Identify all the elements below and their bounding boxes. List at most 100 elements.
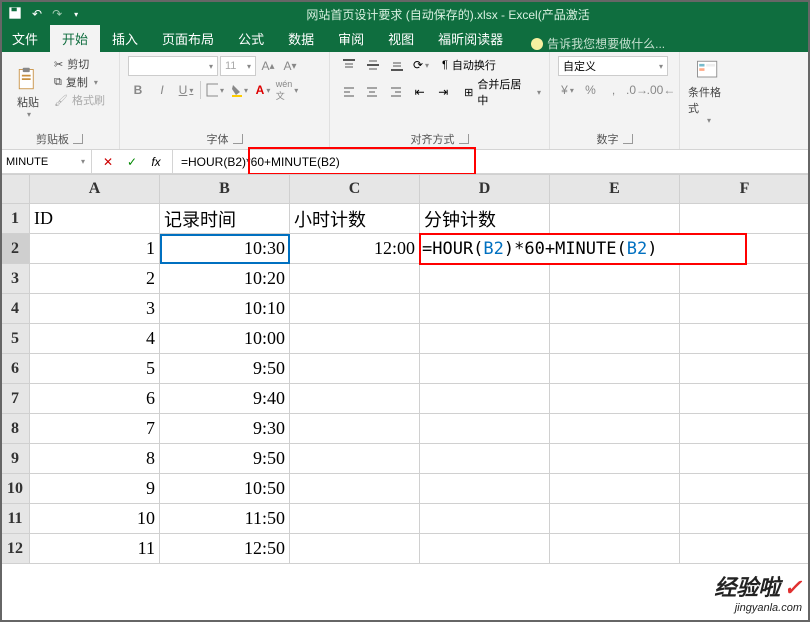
cell[interactable] bbox=[680, 414, 810, 444]
cell[interactable] bbox=[290, 474, 420, 504]
col-header[interactable]: C bbox=[290, 175, 420, 204]
cell[interactable]: 9:50 bbox=[160, 354, 290, 384]
cell[interactable] bbox=[550, 384, 680, 414]
decrease-indent-icon[interactable]: ⇤ bbox=[409, 83, 431, 101]
cell[interactable] bbox=[420, 444, 550, 474]
cell[interactable]: 10:10 bbox=[160, 294, 290, 324]
cell[interactable] bbox=[680, 444, 810, 474]
enter-formula-icon[interactable]: ✓ bbox=[124, 154, 140, 170]
comma-format-icon[interactable]: , bbox=[604, 80, 623, 100]
font-name-combo[interactable]: ▾ bbox=[128, 56, 218, 76]
cell[interactable]: 11:50 bbox=[160, 504, 290, 534]
cell[interactable] bbox=[680, 504, 810, 534]
redo-icon[interactable]: ↷ bbox=[52, 7, 62, 21]
cell[interactable] bbox=[290, 324, 420, 354]
increase-decimal-icon[interactable]: .0→ bbox=[627, 80, 647, 100]
accounting-format-icon[interactable]: ¥▾ bbox=[558, 80, 577, 100]
cell[interactable] bbox=[550, 414, 680, 444]
dialog-launcher-icon[interactable] bbox=[233, 134, 243, 144]
border-button[interactable]: ▾ bbox=[205, 80, 225, 100]
fill-color-button[interactable]: ▾ bbox=[229, 80, 249, 100]
align-top-icon[interactable] bbox=[338, 56, 360, 74]
cell[interactable]: 11 bbox=[30, 534, 160, 564]
align-right-icon[interactable] bbox=[385, 83, 407, 101]
cell[interactable]: 10:50 bbox=[160, 474, 290, 504]
wrap-text-button[interactable]: ¶自动换行 bbox=[442, 57, 496, 73]
row-header[interactable]: 9 bbox=[1, 444, 30, 474]
header-cell[interactable] bbox=[680, 204, 810, 234]
cell[interactable]: 12:00 bbox=[290, 234, 420, 264]
col-header[interactable]: D bbox=[420, 175, 550, 204]
paste-button[interactable]: 粘贴 ▾ bbox=[8, 56, 48, 129]
cell[interactable] bbox=[680, 534, 810, 564]
row-header[interactable]: 8 bbox=[1, 414, 30, 444]
conditional-format-button[interactable]: 条件格式 ▾ bbox=[688, 56, 728, 125]
row-header[interactable]: 4 bbox=[1, 294, 30, 324]
cell[interactable] bbox=[680, 294, 810, 324]
row-header[interactable]: 10 bbox=[1, 474, 30, 504]
cell[interactable] bbox=[290, 294, 420, 324]
copy-button[interactable]: ⧉复制▾ bbox=[54, 74, 105, 90]
row-header[interactable]: 5 bbox=[1, 324, 30, 354]
cell[interactable] bbox=[420, 504, 550, 534]
italic-button[interactable]: I bbox=[152, 80, 172, 100]
cell[interactable] bbox=[550, 324, 680, 354]
undo-icon[interactable]: ↶ bbox=[32, 7, 42, 21]
number-format-combo[interactable]: 自定义▾ bbox=[558, 56, 668, 76]
cell[interactable]: 9:30 bbox=[160, 414, 290, 444]
cut-button[interactable]: ✂剪切 bbox=[54, 56, 105, 72]
tab-file[interactable]: 文件 bbox=[0, 25, 50, 52]
align-bottom-icon[interactable] bbox=[386, 56, 408, 74]
cell[interactable] bbox=[290, 354, 420, 384]
cell[interactable]: 8 bbox=[30, 444, 160, 474]
cell[interactable] bbox=[420, 534, 550, 564]
cell[interactable] bbox=[290, 534, 420, 564]
row-header[interactable]: 1 bbox=[1, 204, 30, 234]
cell[interactable]: 10 bbox=[30, 504, 160, 534]
format-painter-button[interactable]: 🖌格式刷 bbox=[54, 92, 105, 108]
cell[interactable]: 10:00 bbox=[160, 324, 290, 354]
cell[interactable] bbox=[420, 384, 550, 414]
cell[interactable] bbox=[290, 504, 420, 534]
decrease-decimal-icon[interactable]: .00← bbox=[651, 80, 671, 100]
cell[interactable] bbox=[680, 324, 810, 354]
save-icon[interactable] bbox=[8, 6, 22, 23]
row-header[interactable]: 2 bbox=[1, 234, 30, 264]
row-header[interactable]: 12 bbox=[1, 534, 30, 564]
header-cell[interactable]: ID bbox=[30, 204, 160, 234]
cell[interactable]: 4 bbox=[30, 324, 160, 354]
cancel-formula-icon[interactable]: ✕ bbox=[100, 154, 116, 170]
dialog-launcher-icon[interactable] bbox=[73, 134, 83, 144]
cell[interactable] bbox=[680, 354, 810, 384]
row-header[interactable]: 11 bbox=[1, 504, 30, 534]
cell[interactable] bbox=[290, 264, 420, 294]
orientation-icon[interactable]: ⟳▾ bbox=[410, 56, 432, 74]
header-cell[interactable] bbox=[550, 204, 680, 234]
tab-review[interactable]: 审阅 bbox=[326, 25, 376, 52]
merge-center-button[interactable]: ⊞合并后居中▾ bbox=[464, 76, 541, 108]
cell[interactable] bbox=[550, 504, 680, 534]
cell[interactable] bbox=[550, 534, 680, 564]
qa-dropdown-icon[interactable]: ▾ bbox=[74, 10, 78, 19]
increase-font-icon[interactable]: A▴ bbox=[258, 56, 278, 76]
cell[interactable] bbox=[420, 294, 550, 324]
cell[interactable]: 10:20 bbox=[160, 264, 290, 294]
cell[interactable]: 12:50 bbox=[160, 534, 290, 564]
cell[interactable]: 9:40 bbox=[160, 384, 290, 414]
col-header[interactable]: F bbox=[680, 175, 810, 204]
col-header[interactable]: B bbox=[160, 175, 290, 204]
align-left-icon[interactable] bbox=[338, 83, 360, 101]
col-header[interactable]: A bbox=[30, 175, 160, 204]
cell[interactable] bbox=[290, 444, 420, 474]
align-center-icon[interactable] bbox=[362, 83, 384, 101]
align-middle-icon[interactable] bbox=[362, 56, 384, 74]
header-cell[interactable]: 小时计数 bbox=[290, 204, 420, 234]
cell[interactable]: 10:30 bbox=[160, 234, 290, 264]
cell[interactable] bbox=[290, 384, 420, 414]
cell[interactable] bbox=[550, 294, 680, 324]
cell[interactable]: 9 bbox=[30, 474, 160, 504]
cell[interactable] bbox=[680, 384, 810, 414]
cell[interactable] bbox=[550, 444, 680, 474]
dialog-launcher-icon[interactable] bbox=[623, 134, 633, 144]
row-header[interactable]: 3 bbox=[1, 264, 30, 294]
